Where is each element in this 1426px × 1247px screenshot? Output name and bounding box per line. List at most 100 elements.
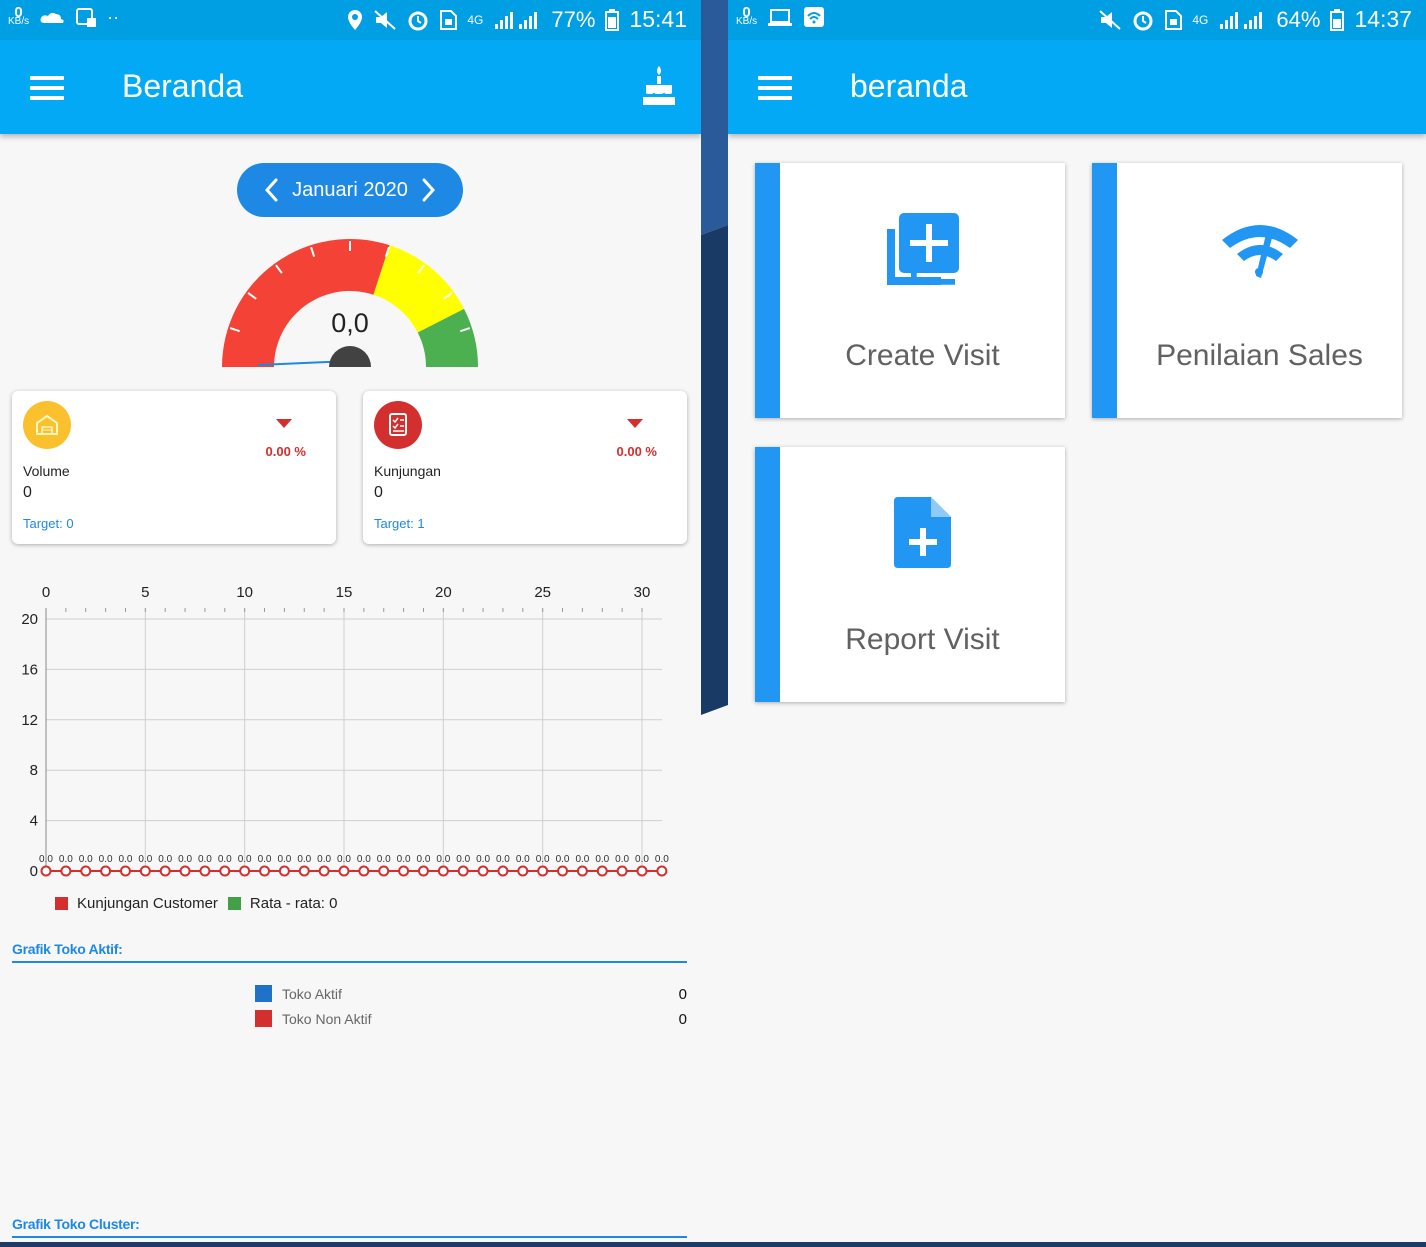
data-label: 0.0 — [178, 854, 192, 865]
chevron-right-icon[interactable] — [415, 175, 441, 205]
visits-line-chart: 0481216200 5 10 15 20 25 300.0 0.0 0.0 0.0 0.0 0.0 0… — [21, 584, 669, 880]
data-label: 0.0 — [238, 854, 252, 865]
label-active: Toko Aktif — [282, 986, 342, 1002]
data-point[interactable] — [437, 865, 449, 877]
data-point[interactable] — [537, 865, 549, 877]
volume-label: Volume — [23, 463, 70, 479]
value-inactive: 0 — [678, 1011, 687, 1028]
data-label: 0.0 — [297, 854, 311, 865]
screen-divider — [701, 0, 728, 1242]
x-tick-label: 15 — [336, 584, 353, 601]
volume-card[interactable]: 0.00 % Volume 0 Target: 0 — [12, 391, 336, 544]
data-point[interactable] — [278, 865, 290, 877]
data-point[interactable] — [259, 865, 271, 877]
data-label: 0.0 — [258, 854, 272, 865]
y-tick-label: 0 — [30, 863, 38, 880]
data-point[interactable] — [358, 865, 370, 877]
section-title-active-stores: Grafik Toko Aktif: — [12, 941, 687, 963]
data-point[interactable] — [80, 865, 92, 877]
add-library-icon — [887, 213, 959, 285]
data-point[interactable] — [656, 865, 668, 877]
data-point[interactable] — [219, 865, 231, 877]
data-point[interactable] — [159, 865, 171, 877]
menu-icon[interactable] — [30, 76, 64, 100]
data-point[interactable] — [576, 865, 588, 877]
data-point[interactable] — [40, 865, 52, 877]
legend-label-average: Rata - rata: 0 — [249, 895, 338, 912]
data-point[interactable] — [557, 865, 569, 877]
data-label: 0.0 — [357, 854, 371, 865]
data-point[interactable] — [139, 865, 151, 877]
data-point[interactable] — [497, 865, 509, 877]
data-point[interactable] — [398, 865, 410, 877]
network-speed: 0 KB/s — [8, 5, 29, 27]
data-label: 0.0 — [496, 854, 510, 865]
x-tick-label: 30 — [634, 584, 651, 601]
data-label: 0.0 — [337, 854, 351, 865]
wifi-hotspot-icon — [804, 7, 825, 27]
data-point[interactable] — [318, 865, 330, 877]
data-point[interactable] — [239, 865, 251, 877]
network-type: 4G — [1192, 12, 1209, 27]
y-tick-label: 12 — [21, 712, 38, 729]
battery-percent: 77% — [551, 6, 596, 32]
data-point[interactable] — [199, 865, 211, 877]
data-point[interactable] — [100, 865, 112, 877]
section-title-cluster: Grafik Toko Cluster: — [12, 1216, 687, 1238]
data-point[interactable] — [616, 865, 628, 877]
battery-icon — [1330, 8, 1345, 31]
data-label: 0.0 — [277, 854, 291, 865]
data-label: 0.0 — [99, 854, 113, 865]
volume-target: Target: 0 — [23, 516, 74, 531]
data-point[interactable] — [636, 865, 648, 877]
more-notifications-icon: ·· — [107, 6, 120, 27]
x-tick-label: 10 — [236, 584, 253, 601]
signal-icon — [1220, 11, 1263, 29]
status-bar: 0 KB/s ·· 4G 77% 15:41 — [0, 0, 701, 40]
signal-icon — [495, 11, 538, 29]
report-visit-tile[interactable]: Report Visit — [755, 447, 1065, 702]
data-point[interactable] — [60, 865, 72, 877]
legend-swatch-average — [227, 897, 241, 910]
data-label: 0.0 — [436, 854, 450, 865]
data-point[interactable] — [517, 865, 529, 877]
legend-row-active: Toko Aktif 0 — [255, 984, 687, 1004]
app-bar: Beranda — [0, 40, 701, 134]
page-title: beranda — [850, 68, 968, 104]
data-point[interactable] — [477, 865, 489, 877]
data-point[interactable] — [298, 865, 310, 877]
battery-icon — [605, 8, 620, 31]
data-point[interactable] — [417, 865, 429, 877]
data-point[interactable] — [378, 865, 390, 877]
alarm-icon — [408, 11, 428, 30]
tile-accent-bar — [1092, 163, 1117, 418]
data-label: 0.0 — [218, 854, 232, 865]
location-icon — [348, 9, 363, 30]
swatch-active — [255, 985, 272, 1002]
y-tick-label: 16 — [21, 661, 38, 678]
warehouse-icon — [23, 401, 71, 449]
data-label: 0.0 — [198, 854, 212, 865]
birthday-cake-icon[interactable] — [642, 66, 676, 106]
data-label: 0.0 — [317, 854, 331, 865]
sim-icon — [440, 9, 458, 30]
penilaian-sales-tile[interactable]: Penilaian Sales — [1092, 163, 1402, 418]
menu-icon[interactable] — [758, 76, 792, 100]
data-label: 0.0 — [655, 854, 669, 865]
battery-percent: 64% — [1276, 6, 1321, 32]
data-point[interactable] — [338, 865, 350, 877]
mute-icon — [374, 9, 397, 30]
trend-down-icon — [276, 419, 292, 428]
cloud-icon — [40, 12, 64, 23]
create-visit-tile[interactable]: Create Visit — [755, 163, 1065, 418]
data-label: 0.0 — [456, 854, 470, 865]
data-label: 0.0 — [476, 854, 490, 865]
report-visit-label: Report Visit — [845, 623, 1000, 656]
data-point[interactable] — [596, 865, 608, 877]
clock: 14:37 — [1354, 6, 1412, 32]
gauge-segment-red — [222, 238, 390, 367]
data-point[interactable] — [457, 865, 469, 877]
kunjungan-card[interactable]: 0.00 % Kunjungan 0 Target: 1 — [363, 391, 687, 544]
data-point[interactable] — [119, 865, 131, 877]
data-point[interactable] — [179, 865, 191, 877]
